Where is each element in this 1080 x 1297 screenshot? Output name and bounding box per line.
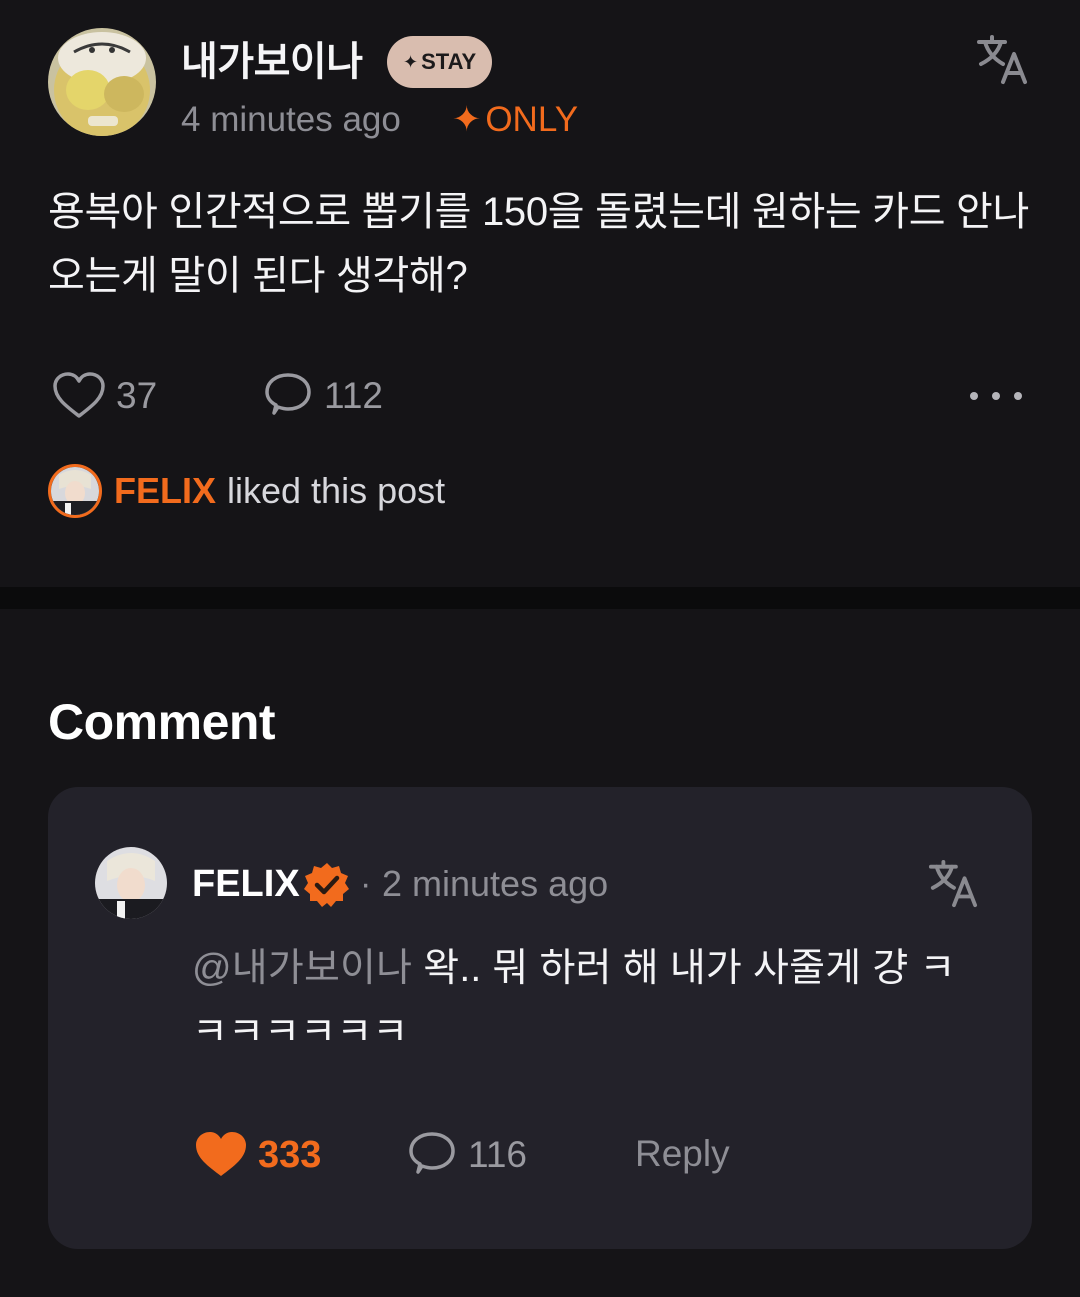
- comment-body: @내가보이나 왁.. 뭐 하러 해 내가 사줄게 걍 ㅋㅋㅋㅋㅋㅋㅋ: [192, 937, 982, 1065]
- heart-icon: [196, 1132, 246, 1176]
- comments-heading: Comment: [48, 694, 276, 750]
- comment-count: 112: [324, 375, 383, 416]
- author-avatar[interactable]: [48, 28, 156, 136]
- section-divider: [0, 587, 1080, 609]
- only-label-text: ONLY: [485, 100, 579, 139]
- membership-badge: ✦ STAY: [387, 36, 493, 88]
- more-options-button[interactable]: [964, 380, 1028, 412]
- post-body: 용복아 인간적으로 뽑기를 150을 돌렸는데 원하는 카드 안나오는게 말이 …: [48, 190, 1030, 298]
- commenter-avatar[interactable]: [95, 847, 167, 919]
- reply-button[interactable]: Reply: [635, 1133, 730, 1175]
- comment-replies-button[interactable]: 116: [408, 1131, 527, 1179]
- meta-separator: ·: [360, 865, 372, 903]
- sparkle-star-icon: ✦: [403, 52, 419, 72]
- sparkle-star-icon: ✦: [452, 100, 482, 139]
- liker-avatar[interactable]: [48, 464, 102, 518]
- like-button[interactable]: 37: [52, 372, 157, 420]
- verified-badge-icon: [302, 860, 352, 910]
- commenter-name[interactable]: FELIX: [192, 861, 300, 907]
- only-label: ✦ ONLY: [452, 98, 578, 142]
- post: 내가보이나 ✦ STAY 4 minutes ago ✦ ONLY 용복아 인간…: [0, 0, 1080, 587]
- comment-like-button[interactable]: 333: [194, 1131, 321, 1179]
- like-count: 37: [116, 375, 158, 416]
- comment-like-count: 333: [258, 1133, 322, 1176]
- liked-by-row[interactable]: FELIX liked this post: [48, 464, 445, 518]
- author-name[interactable]: 내가보이나: [181, 36, 363, 88]
- comment-card: FELIX · 2 minutes ago @내가보이나 왁.. 뭐 하러 해 …: [48, 787, 1032, 1249]
- liked-text: liked this post: [227, 470, 446, 511]
- mention[interactable]: @내가보이나: [192, 947, 412, 990]
- comment-button[interactable]: 112: [264, 372, 383, 420]
- more-horizontal-icon: [970, 392, 978, 400]
- liker-name[interactable]: FELIX: [114, 470, 216, 512]
- membership-badge-label: STAY: [421, 49, 477, 74]
- comment-reply-count: 116: [468, 1134, 527, 1175]
- translate-icon[interactable]: [975, 34, 1029, 86]
- translate-icon[interactable]: [927, 859, 979, 909]
- post-timestamp: 4 minutes ago: [181, 100, 401, 139]
- comment-bubble-icon: [265, 373, 311, 415]
- comment-timestamp: 2 minutes ago: [382, 863, 609, 904]
- comment-bubble-icon: [409, 1132, 455, 1174]
- heart-icon: [53, 372, 105, 418]
- comments-section: Comment FELIX · 2 minutes ago @내가보이나 왁..…: [0, 609, 1080, 1297]
